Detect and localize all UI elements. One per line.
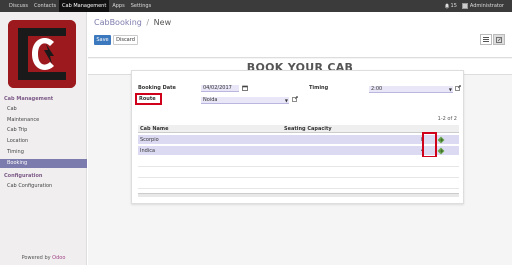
list-view-button[interactable] bbox=[480, 34, 492, 45]
booking-date-label: Booking Date bbox=[138, 85, 176, 91]
sidebar-section-configuration: Configuration bbox=[4, 173, 43, 179]
notification-count: 15 bbox=[450, 3, 457, 9]
calendar-icon[interactable] bbox=[242, 85, 248, 91]
list-icon bbox=[483, 37, 489, 42]
table-footer bbox=[138, 193, 459, 197]
external-link-icon[interactable] bbox=[292, 96, 298, 102]
timing-label: Timing bbox=[309, 85, 329, 91]
top-menu: Discuss Contacts Cab Management Apps Set… bbox=[6, 0, 154, 12]
cab-name-cell: Scorpio bbox=[140, 137, 159, 143]
sidebar-item-cab-configuration[interactable]: Cab Configuration bbox=[7, 182, 87, 191]
form-view-button[interactable] bbox=[493, 34, 505, 45]
sidebar-section-cab-management: Cab Management bbox=[4, 96, 54, 102]
capacity-cell: 8 bbox=[420, 137, 424, 143]
diamond-action-icon[interactable] bbox=[437, 136, 445, 144]
avatar bbox=[461, 3, 468, 9]
sidebar-item-location[interactable]: Location bbox=[7, 137, 87, 146]
user-name: Administrator bbox=[469, 3, 504, 9]
route-label: Route bbox=[139, 96, 156, 102]
empty-row bbox=[138, 179, 459, 189]
table-row[interactable]: Indica 4 bbox=[138, 146, 459, 156]
powered-by: Powered by Odoo bbox=[0, 255, 87, 261]
pager: 1-2 of 2 bbox=[437, 116, 457, 122]
top-menu-cab-management[interactable]: Cab Management bbox=[59, 0, 110, 12]
main-content: CabBooking / New Save Discard BOOK YOUR … bbox=[88, 12, 512, 265]
sidebar-item-booking[interactable]: Booking bbox=[0, 159, 87, 168]
sidebar-item-cab-trip[interactable]: Cab Trip bbox=[7, 126, 87, 135]
control-panel: CabBooking / New Save Discard bbox=[88, 12, 512, 58]
top-menu-apps[interactable]: Apps bbox=[109, 0, 127, 12]
route-select[interactable]: Noida ▼ bbox=[201, 97, 289, 104]
bell-icon bbox=[444, 3, 449, 9]
sidebar-item-maintenance[interactable]: Maintenance bbox=[7, 116, 87, 125]
sidebar-item-cab[interactable]: Cab bbox=[7, 105, 87, 114]
user-menu[interactable]: Administrator bbox=[461, 3, 504, 9]
column-seating-capacity[interactable]: Seating Capacity bbox=[284, 125, 332, 133]
external-link-icon[interactable] bbox=[455, 85, 461, 91]
top-menu-contacts[interactable]: Contacts bbox=[31, 0, 59, 12]
chevron-down-icon: ▼ bbox=[448, 87, 452, 92]
breadcrumb: CabBooking / New bbox=[94, 18, 171, 27]
notifications-button[interactable]: 15 bbox=[444, 3, 457, 9]
powered-by-label: Powered by bbox=[21, 255, 51, 261]
breadcrumb-parent[interactable]: CabBooking bbox=[94, 18, 142, 27]
diamond-action-icon[interactable] bbox=[437, 147, 445, 155]
booking-date-input[interactable]: 04/02/2017 bbox=[201, 85, 239, 92]
odoo-link[interactable]: Odoo bbox=[52, 255, 65, 261]
empty-row bbox=[138, 157, 459, 167]
cab-name-cell: Indica bbox=[140, 148, 156, 154]
sidebar: Cab Management Cab Maintenance Cab Trip … bbox=[0, 12, 87, 265]
form-sheet: Booking Date 04/02/2017 Route Noida ▼ Ti… bbox=[131, 70, 464, 204]
route-value: Noida bbox=[203, 97, 218, 103]
empty-row bbox=[138, 168, 459, 178]
top-navbar: Discuss Contacts Cab Management Apps Set… bbox=[0, 0, 512, 12]
sidebar-item-timing[interactable]: Timing bbox=[7, 148, 87, 157]
breadcrumb-current: New bbox=[153, 18, 172, 27]
top-menu-settings[interactable]: Settings bbox=[128, 0, 155, 12]
save-button[interactable]: Save bbox=[94, 35, 111, 45]
column-cab-name[interactable]: Cab Name bbox=[140, 125, 169, 133]
chevron-down-icon: ▼ bbox=[284, 98, 288, 103]
timing-value: 2:00 bbox=[371, 86, 383, 92]
company-logo bbox=[8, 20, 76, 88]
breadcrumb-separator: / bbox=[146, 18, 150, 27]
edit-icon bbox=[496, 36, 502, 43]
discard-button[interactable]: Discard bbox=[113, 35, 138, 45]
action-highlight bbox=[422, 132, 437, 158]
capacity-cell: 4 bbox=[420, 148, 424, 154]
timing-select[interactable]: 2:00 ▼ bbox=[369, 86, 453, 93]
table-header: Cab Name Seating Capacity bbox=[138, 125, 459, 133]
table-row[interactable]: Scorpio 8 bbox=[138, 135, 459, 145]
top-right-tools: 15 Administrator bbox=[444, 0, 504, 12]
top-menu-discuss[interactable]: Discuss bbox=[6, 0, 31, 12]
